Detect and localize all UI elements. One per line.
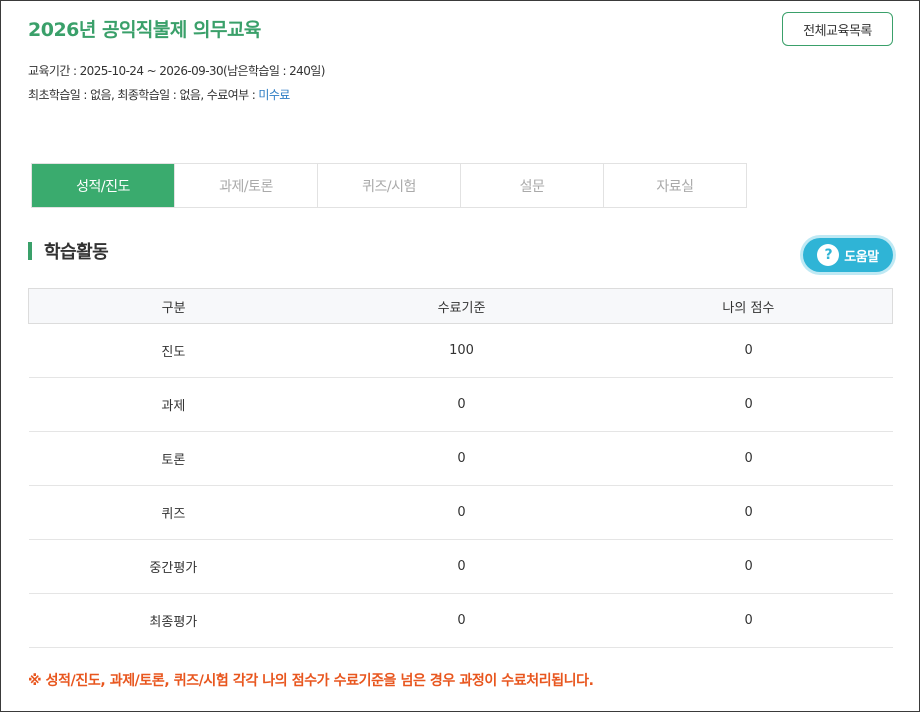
row-score: 0 [604, 323, 893, 378]
tab-survey[interactable]: 설문 [461, 164, 604, 207]
course-period: 교육기간 : 2025-10-24 ~ 2026-09-30(남은학습일 : 2… [28, 64, 325, 78]
section-bar [28, 242, 32, 260]
table-row: 중간평가 0 0 [28, 539, 893, 594]
activity-table: 구분 수료기준 나의 점수 진도 100 0 과제 0 0 토론 0 0 퀴즈 … [28, 288, 893, 648]
row-category: 퀴즈 [28, 485, 319, 540]
learning-dates: 최초학습일 : 없음, 최종학습일 : 없음, 수료여부 : [28, 88, 259, 102]
row-category: 중간평가 [28, 539, 319, 594]
course-tabs: 성적/진도 과제/토론 퀴즈/시험 설문 자료실 [31, 163, 747, 208]
header-criteria: 수료기준 [318, 288, 605, 324]
help-label: 도움말 [844, 249, 879, 265]
table-row: 최종평가 0 0 [28, 593, 893, 648]
tab-grades-progress[interactable]: 성적/진도 [32, 164, 175, 207]
row-category: 토론 [28, 431, 319, 486]
table-row: 과제 0 0 [28, 377, 893, 432]
row-category: 과제 [28, 377, 319, 432]
tab-assignments-discussion[interactable]: 과제/토론 [175, 164, 318, 207]
completion-status: 미수료 [258, 88, 290, 102]
page-frame: 2026년 공익직불제 의무교육 전체교육목록 교육기간 : 2025-10-2… [0, 0, 920, 712]
completion-notice: ※ 성적/진도, 과제/토론, 퀴즈/시험 각각 나의 점수가 수료기준을 넘은… [28, 673, 594, 689]
page-title: 2026년 공익직불제 의무교육 [28, 19, 261, 41]
row-criteria: 0 [318, 593, 605, 648]
all-courses-button[interactable]: 전체교육목록 [782, 12, 893, 46]
table-row: 진도 100 0 [28, 323, 893, 378]
help-button[interactable]: ? 도움말 [803, 238, 893, 272]
row-category: 진도 [28, 323, 319, 378]
row-criteria: 0 [318, 485, 605, 540]
learning-info: 최초학습일 : 없음, 최종학습일 : 없음, 수료여부 : 미수료 [28, 86, 290, 103]
row-criteria: 0 [318, 539, 605, 594]
question-icon: ? [817, 244, 840, 266]
row-score: 0 [604, 539, 893, 594]
row-score: 0 [604, 431, 893, 486]
row-category: 최종평가 [28, 593, 319, 648]
table-row: 퀴즈 0 0 [28, 485, 893, 540]
table-header-row: 구분 수료기준 나의 점수 [28, 288, 893, 324]
row-score: 0 [604, 593, 893, 648]
row-score: 0 [604, 377, 893, 432]
row-criteria: 100 [318, 323, 605, 378]
section-title: 학습활동 [44, 242, 109, 263]
row-criteria: 0 [318, 377, 605, 432]
row-criteria: 0 [318, 431, 605, 486]
row-score: 0 [604, 485, 893, 540]
table-row: 토론 0 0 [28, 431, 893, 486]
header-category: 구분 [28, 288, 319, 324]
tab-resources[interactable]: 자료실 [604, 164, 746, 207]
header-my-score: 나의 점수 [604, 288, 893, 324]
tab-quiz-exam[interactable]: 퀴즈/시험 [318, 164, 461, 207]
